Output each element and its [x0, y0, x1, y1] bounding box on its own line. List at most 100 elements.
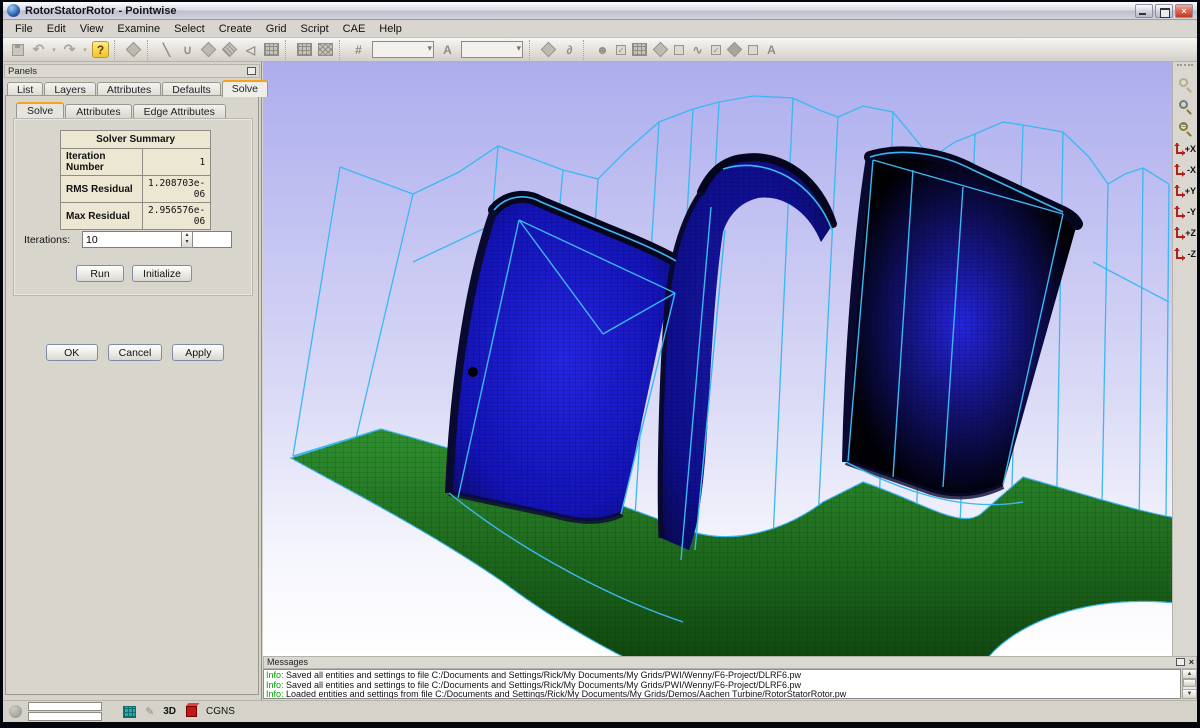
view-minus-x-button[interactable]: -X — [1174, 161, 1196, 181]
zoom-box-icon — [1179, 100, 1192, 113]
partial-icon: ∂ — [567, 43, 573, 57]
partial-derivative-button[interactable]: ∂ — [560, 40, 579, 59]
create-domain-button[interactable] — [199, 40, 218, 59]
display-viewport[interactable] — [263, 62, 1172, 656]
show-shaded-button[interactable] — [725, 40, 744, 59]
message-level: Info: — [266, 680, 284, 690]
messages-scrollbar[interactable]: ▲ ▼ — [1182, 669, 1197, 699]
menu-script[interactable]: Script — [294, 22, 336, 36]
undo-button[interactable]: ↶ — [29, 40, 48, 59]
run-button[interactable]: Run — [76, 265, 124, 282]
scroll-down-button[interactable]: ▼ — [1183, 689, 1196, 698]
summary-row-label: RMS Residual — [61, 176, 143, 203]
selection-mask-button[interactable] — [124, 40, 143, 59]
zoom-box-button[interactable] — [1175, 96, 1196, 117]
iterations-input[interactable] — [82, 231, 232, 248]
menu-edit[interactable]: Edit — [40, 22, 73, 36]
axis-label: +X — [1185, 144, 1196, 154]
menu-view[interactable]: View — [73, 22, 111, 36]
spline-icon: A — [767, 43, 776, 57]
show-domains-button[interactable] — [651, 40, 670, 59]
panels-title: Panels — [8, 66, 37, 77]
extrude-button[interactable]: ◁ — [241, 40, 260, 59]
structured-grid-button[interactable] — [295, 40, 314, 59]
undo-dropdown[interactable]: ▾ — [50, 40, 58, 59]
view-minus-y-button[interactable]: -Y — [1174, 203, 1196, 223]
unstructured-grid-icon — [318, 43, 333, 56]
initialize-button[interactable]: Initialize — [132, 265, 192, 282]
connector-icon: ╲ — [163, 43, 170, 57]
subtab-solve[interactable]: Solve — [16, 102, 64, 118]
app-icon — [7, 4, 20, 17]
subtab-edge-attributes[interactable]: Edge Attributes — [133, 104, 226, 118]
domains-icon — [653, 42, 669, 58]
structured-grid-icon — [297, 43, 312, 56]
iterations-spinner[interactable]: ▴▾ — [181, 231, 193, 248]
view-minus-z-button[interactable]: -Z — [1174, 245, 1196, 265]
close-button[interactable]: × — [1175, 4, 1193, 18]
zoom-icon — [1179, 78, 1192, 91]
show-spline-points-button[interactable]: A — [762, 40, 781, 59]
menu-select[interactable]: Select — [167, 22, 212, 36]
cae-solver-label: CGNS — [206, 706, 235, 717]
redo-button[interactable]: ↷ — [60, 40, 79, 59]
menu-create[interactable]: Create — [212, 22, 259, 36]
messages-title: Messages — [267, 657, 308, 667]
solver-summary-table: Solver Summary Iteration Number 1 RMS Re… — [60, 130, 211, 230]
view-toolbar: +X -X +Y -Y +Z -Z — [1172, 62, 1197, 700]
solve-page: Solve Attributes Edge Attributes Solver … — [5, 95, 259, 695]
ok-button[interactable]: OK — [46, 344, 98, 361]
view-plus-z-button[interactable]: +Z — [1174, 224, 1196, 244]
panels-float-icon[interactable] — [247, 67, 256, 75]
solver-frame: Solver Summary Iteration Number 1 RMS Re… — [13, 118, 253, 296]
dimension-combobox[interactable] — [372, 41, 434, 58]
redo-dropdown[interactable]: ▾ — [81, 40, 89, 59]
database-visibility-checkbox[interactable]: ✓ — [616, 45, 626, 55]
save-button[interactable] — [8, 40, 27, 59]
grid-mode-icon[interactable] — [123, 706, 136, 718]
menu-help[interactable]: Help — [372, 22, 409, 36]
mask-icon — [126, 42, 142, 58]
zoom-fit-button[interactable] — [1175, 118, 1196, 139]
apply-button[interactable]: Apply — [172, 344, 224, 361]
toolbar-separator — [147, 40, 153, 60]
create-curve-button[interactable]: ∪ — [178, 40, 197, 59]
main-toolbar: ↶ ▾ ↷ ▾ ? ╲ ∪ ◁ # A ∂ ☻ ✓ ∿ ✓ A — [3, 38, 1197, 62]
axis-label: -Y — [1187, 207, 1196, 217]
zoom-button[interactable] — [1175, 74, 1196, 95]
menu-cae[interactable]: CAE — [336, 22, 373, 36]
scroll-up-button[interactable]: ▲ — [1183, 670, 1196, 679]
restore-button[interactable] — [1155, 4, 1173, 18]
assemble-block-button[interactable] — [262, 40, 281, 59]
messages-float-icon[interactable] — [1176, 658, 1185, 666]
menu-examine[interactable]: Examine — [110, 22, 167, 36]
examine-icon — [541, 42, 557, 58]
show-database-button[interactable]: ☻ — [593, 40, 612, 59]
examine-button[interactable] — [539, 40, 558, 59]
shaded-visibility-checkbox[interactable] — [748, 45, 758, 55]
help-button[interactable]: ? — [91, 40, 110, 59]
domains-visibility-checkbox[interactable] — [674, 45, 684, 55]
dimension-button[interactable]: # — [349, 40, 368, 59]
scrollbar-thumb[interactable] — [1183, 679, 1196, 687]
view-plus-x-button[interactable]: +X — [1174, 140, 1196, 160]
create-connector-button[interactable]: ╲ — [157, 40, 176, 59]
status-field-top — [28, 702, 102, 711]
angle-combobox[interactable] — [461, 41, 523, 58]
menu-grid[interactable]: Grid — [259, 22, 294, 36]
connectors-visibility-checkbox[interactable]: ✓ — [711, 45, 721, 55]
tab-solve[interactable]: Solve — [222, 80, 268, 97]
toolbar-grip[interactable] — [1177, 64, 1193, 72]
menu-file[interactable]: File — [8, 22, 40, 36]
cancel-button[interactable]: Cancel — [108, 344, 163, 361]
messages-close-icon[interactable]: × — [1189, 658, 1194, 666]
selected-point-marker[interactable] — [468, 367, 478, 377]
angle-button[interactable]: A — [438, 40, 457, 59]
assemble-domain-button[interactable] — [220, 40, 239, 59]
show-connectors-button[interactable]: ∿ — [688, 40, 707, 59]
show-blocks-button[interactable] — [630, 40, 649, 59]
view-plus-y-button[interactable]: +Y — [1174, 182, 1196, 202]
unstructured-grid-button[interactable] — [316, 40, 335, 59]
minimize-button[interactable] — [1135, 4, 1153, 18]
subtab-attributes[interactable]: Attributes — [65, 104, 131, 118]
